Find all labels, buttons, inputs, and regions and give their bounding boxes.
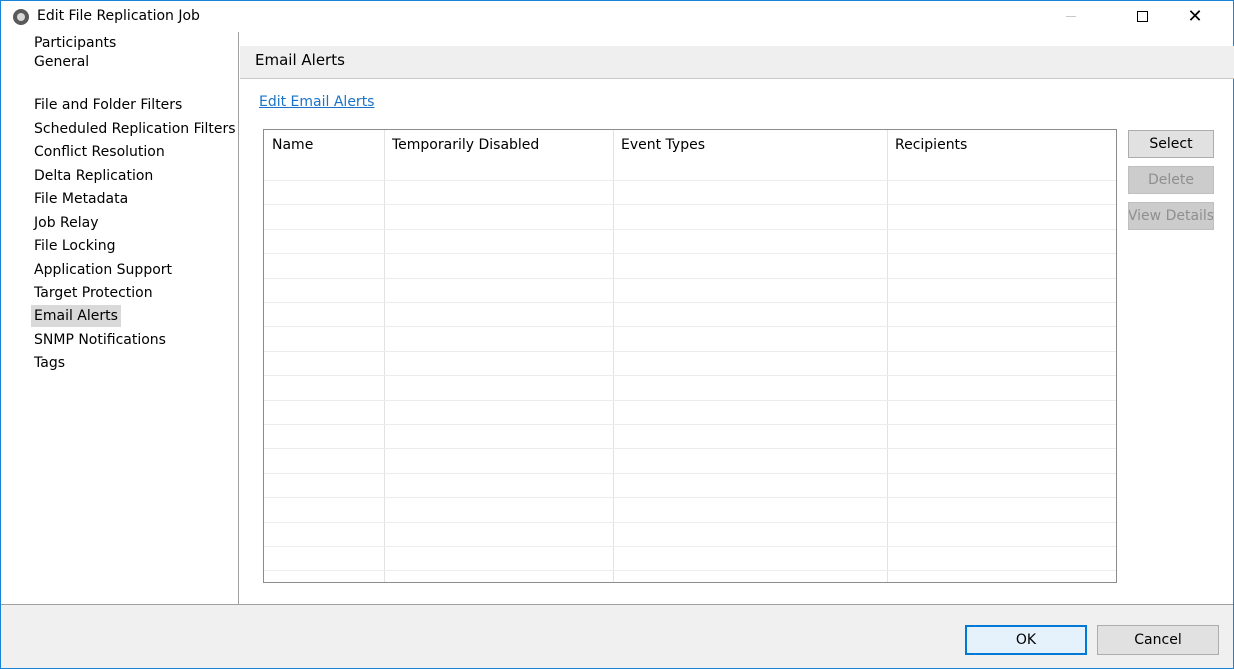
nav-item-tags[interactable]: Tags	[31, 352, 68, 374]
view-details-button[interactable]: View Details	[1128, 202, 1214, 230]
minimize-icon	[1066, 16, 1076, 17]
table-row-divider	[264, 375, 1116, 376]
edit-email-alerts-link[interactable]: Edit Email Alerts	[259, 94, 374, 110]
table-row-divider	[264, 204, 1116, 205]
table-row-divider	[264, 522, 1116, 523]
nav-item-snmp-notifications[interactable]: SNMP Notifications	[31, 329, 169, 351]
table-row-divider	[264, 326, 1116, 327]
table-row-divider	[264, 546, 1116, 547]
nav-item-target-protection[interactable]: Target Protection	[31, 282, 156, 304]
cancel-button[interactable]: Cancel	[1097, 625, 1219, 655]
maximize-icon	[1136, 11, 1148, 22]
nav-item-job-relay[interactable]: Job Relay	[31, 212, 102, 234]
table-row-divider	[264, 229, 1116, 230]
app-icon	[13, 9, 29, 25]
table-row-divider	[264, 351, 1116, 352]
column-divider	[384, 130, 385, 582]
nav-item-file-locking[interactable]: File Locking	[31, 235, 118, 257]
table-row-divider	[264, 180, 1116, 181]
nav-item-conflict-resolution[interactable]: Conflict Resolution	[31, 141, 168, 163]
table-row-divider	[264, 473, 1116, 474]
column-header-recipients[interactable]: Recipients	[887, 130, 967, 160]
nav-item-application-support[interactable]: Application Support	[31, 259, 175, 281]
section-title: Email Alerts	[255, 51, 345, 69]
table-row-divider	[264, 570, 1116, 571]
nav-item-file-folder-filters[interactable]: File and Folder Filters	[31, 94, 185, 116]
select-button[interactable]: Select	[1128, 130, 1214, 158]
ok-button[interactable]: OK	[965, 625, 1087, 655]
close-icon: ✕	[1187, 5, 1203, 27]
maximize-button[interactable]	[1119, 1, 1165, 32]
section-header: Email Alerts	[240, 46, 1234, 79]
nav-item-file-metadata[interactable]: File Metadata	[31, 188, 131, 210]
table-row-divider	[264, 424, 1116, 425]
table-header: Name Temporarily Disabled Event Types Re…	[264, 130, 1116, 160]
table-row-divider	[264, 302, 1116, 303]
column-header-name[interactable]: Name	[264, 130, 313, 160]
column-divider	[887, 130, 888, 582]
dialog-window: Edit File Replication Job ✕ Participants…	[0, 0, 1234, 669]
settings-nav: Participants General File and Folder Fil…	[1, 32, 239, 604]
nav-item-scheduled-replication-filters[interactable]: Scheduled Replication Filters	[31, 118, 239, 140]
delete-button[interactable]: Delete	[1128, 166, 1214, 194]
title-bar: Edit File Replication Job ✕	[1, 1, 1233, 32]
email-alerts-table[interactable]: Name Temporarily Disabled Event Types Re…	[263, 129, 1117, 583]
window-title: Edit File Replication Job	[37, 8, 200, 24]
table-row-divider	[264, 497, 1116, 498]
column-header-temporarily-disabled[interactable]: Temporarily Disabled	[384, 130, 539, 160]
table-row-divider	[264, 253, 1116, 254]
column-header-event-types[interactable]: Event Types	[613, 130, 705, 160]
dialog-footer: OK Cancel	[1, 604, 1233, 668]
table-row-divider	[264, 448, 1116, 449]
table-row-divider	[264, 278, 1116, 279]
nav-item-general[interactable]: General	[31, 51, 92, 73]
column-divider	[613, 130, 614, 582]
minimize-button[interactable]	[1048, 1, 1094, 32]
nav-item-email-alerts[interactable]: Email Alerts	[31, 305, 121, 327]
table-row-divider	[264, 400, 1116, 401]
close-button[interactable]: ✕	[1172, 1, 1218, 32]
nav-item-delta-replication[interactable]: Delta Replication	[31, 165, 156, 187]
